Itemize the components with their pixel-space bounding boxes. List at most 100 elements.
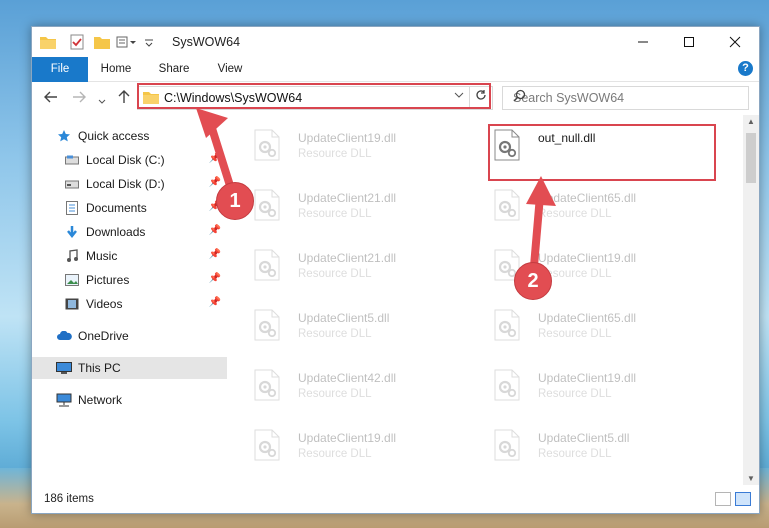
star-icon xyxy=(56,128,72,144)
sidebar-item-this-pc[interactable]: This PC xyxy=(32,357,227,379)
pin-icon[interactable]: 📌 xyxy=(209,273,221,284)
dll-file-icon xyxy=(254,189,280,221)
sidebar-item-quick-access[interactable]: Quick access xyxy=(32,125,227,147)
file-type: Resource DLL xyxy=(538,448,612,460)
file-type: Resource DLL xyxy=(538,388,612,400)
file-name: UpdateClient21.dll xyxy=(298,251,397,265)
file-type: Resource DLL xyxy=(538,328,612,340)
chevron-down-icon[interactable] xyxy=(144,33,154,51)
scroll-thumb[interactable] xyxy=(746,133,756,183)
details-view-icon[interactable] xyxy=(715,492,731,506)
pin-icon[interactable]: 📌 xyxy=(209,177,221,188)
folder-icon xyxy=(40,33,56,51)
large-icons-view-icon[interactable] xyxy=(735,492,751,506)
file-name: UpdateClient19.dll xyxy=(298,431,397,445)
file-type: Resource DLL xyxy=(298,328,372,340)
dll-file-icon xyxy=(254,129,280,161)
file-type: Resource DLL xyxy=(538,208,612,220)
sidebar-item-local-disk-c[interactable]: Local Disk (C:) 📌 xyxy=(32,149,227,171)
sidebar-item-music[interactable]: Music 📌 xyxy=(32,245,227,267)
help-icon[interactable]: ? xyxy=(738,61,753,76)
minimize-button[interactable] xyxy=(620,27,666,57)
pin-icon[interactable]: 📌 xyxy=(209,249,221,260)
forward-arrow-icon[interactable] xyxy=(72,90,86,106)
search-icon xyxy=(513,89,741,105)
dll-file-icon xyxy=(494,309,520,341)
download-icon xyxy=(64,224,80,240)
pin-icon[interactable]: 📌 xyxy=(209,297,221,308)
file-name: UpdateClient19.dll xyxy=(298,131,397,145)
customize-toolbar-icon[interactable] xyxy=(116,33,138,51)
scroll-down-icon[interactable]: ▼ xyxy=(747,474,755,483)
file-name: UpdateClient19.dll xyxy=(538,251,637,265)
file-item[interactable]: UpdateClient65.dll Resource DLL xyxy=(468,181,698,231)
file-item[interactable]: UpdateClient42.dll Resource DLL xyxy=(228,361,458,411)
sidebar-item-network[interactable]: Network xyxy=(32,389,227,411)
dll-file-icon xyxy=(494,189,520,221)
cloud-icon xyxy=(56,328,72,344)
step-1-badge: 1 xyxy=(216,182,254,220)
file-name: UpdateClient21.dll xyxy=(298,191,397,205)
pin-icon[interactable]: 📌 xyxy=(209,225,221,236)
file-item[interactable]: UpdateClient19.dll Resource DLL xyxy=(468,361,698,411)
status-bar: 186 items xyxy=(32,489,759,511)
vertical-scrollbar[interactable]: ▲ ▼ xyxy=(743,115,759,485)
properties-icon[interactable] xyxy=(70,33,84,51)
sidebar-item-pictures[interactable]: Pictures 📌 xyxy=(32,269,227,291)
sidebar-item-documents[interactable]: Documents 📌 xyxy=(32,197,227,219)
file-item[interactable]: UpdateClient65.dll Resource DLL xyxy=(468,301,698,351)
file-type: Resource DLL xyxy=(298,268,372,280)
window-title: SysWOW64 xyxy=(172,35,241,49)
dll-file-icon xyxy=(254,249,280,281)
explorer-window: SysWOW64 File Home Share View ? C:\Windo… xyxy=(31,26,760,514)
tab-view[interactable]: View xyxy=(208,57,252,81)
recent-locations-icon[interactable] xyxy=(98,92,106,108)
file-name: UpdateClient42.dll xyxy=(298,371,397,385)
network-icon xyxy=(56,392,72,408)
sidebar-item-videos[interactable]: Videos 📌 xyxy=(32,293,227,315)
file-highlight-box xyxy=(488,124,716,181)
scroll-up-icon[interactable]: ▲ xyxy=(747,117,755,126)
file-name: UpdateClient65.dll xyxy=(538,311,637,325)
file-item[interactable]: UpdateClient19.dll Resource DLL xyxy=(228,421,458,471)
file-name: UpdateClient19.dll xyxy=(538,371,637,385)
title-bar: SysWOW64 xyxy=(32,27,759,57)
drive-icon xyxy=(64,152,80,168)
tab-home[interactable]: Home xyxy=(94,57,138,81)
file-item[interactable]: UpdateClient21.dll Resource DLL xyxy=(228,181,458,231)
file-item[interactable]: UpdateClient5.dll Resource DLL xyxy=(228,301,458,351)
computer-icon xyxy=(56,360,72,376)
file-type: Resource DLL xyxy=(298,148,372,160)
pin-icon[interactable]: 📌 xyxy=(209,153,221,164)
back-arrow-icon[interactable] xyxy=(44,90,58,106)
videos-icon xyxy=(64,296,80,312)
dll-file-icon xyxy=(254,309,280,341)
ribbon-tabs: File Home Share View ? xyxy=(32,57,759,107)
file-type: Resource DLL xyxy=(298,208,372,220)
dll-file-icon xyxy=(254,369,280,401)
dll-file-icon xyxy=(494,429,520,461)
up-arrow-icon[interactable] xyxy=(118,90,130,107)
file-item[interactable]: UpdateClient21.dll Resource DLL xyxy=(228,241,458,291)
file-item[interactable]: UpdateClient5.dll Resource DLL xyxy=(468,421,698,471)
tab-share[interactable]: Share xyxy=(152,57,196,81)
file-type: Resource DLL xyxy=(298,448,372,460)
documents-icon xyxy=(64,200,80,216)
pictures-icon xyxy=(64,272,80,288)
music-icon xyxy=(64,248,80,264)
close-button[interactable] xyxy=(712,27,758,57)
sidebar-item-onedrive[interactable]: OneDrive xyxy=(32,325,227,347)
sidebar-item-local-disk-d[interactable]: Local Disk (D:) 📌 xyxy=(32,173,227,195)
maximize-button[interactable] xyxy=(666,27,712,57)
drive-icon xyxy=(64,176,80,192)
address-highlight-box xyxy=(137,83,491,109)
new-folder-icon[interactable] xyxy=(94,33,110,51)
file-item[interactable]: UpdateClient19.dll Resource DLL xyxy=(468,241,698,291)
sidebar-item-downloads[interactable]: Downloads 📌 xyxy=(32,221,227,243)
dll-file-icon xyxy=(254,429,280,461)
file-item[interactable]: UpdateClient19.dll Resource DLL xyxy=(228,121,458,171)
search-box[interactable]: Search SysWOW64 xyxy=(502,86,749,110)
navigation-pane: Quick access Local Disk (C:) 📌 Local Dis… xyxy=(32,115,227,475)
file-type: Resource DLL xyxy=(298,388,372,400)
file-name: UpdateClient5.dll xyxy=(538,431,630,445)
